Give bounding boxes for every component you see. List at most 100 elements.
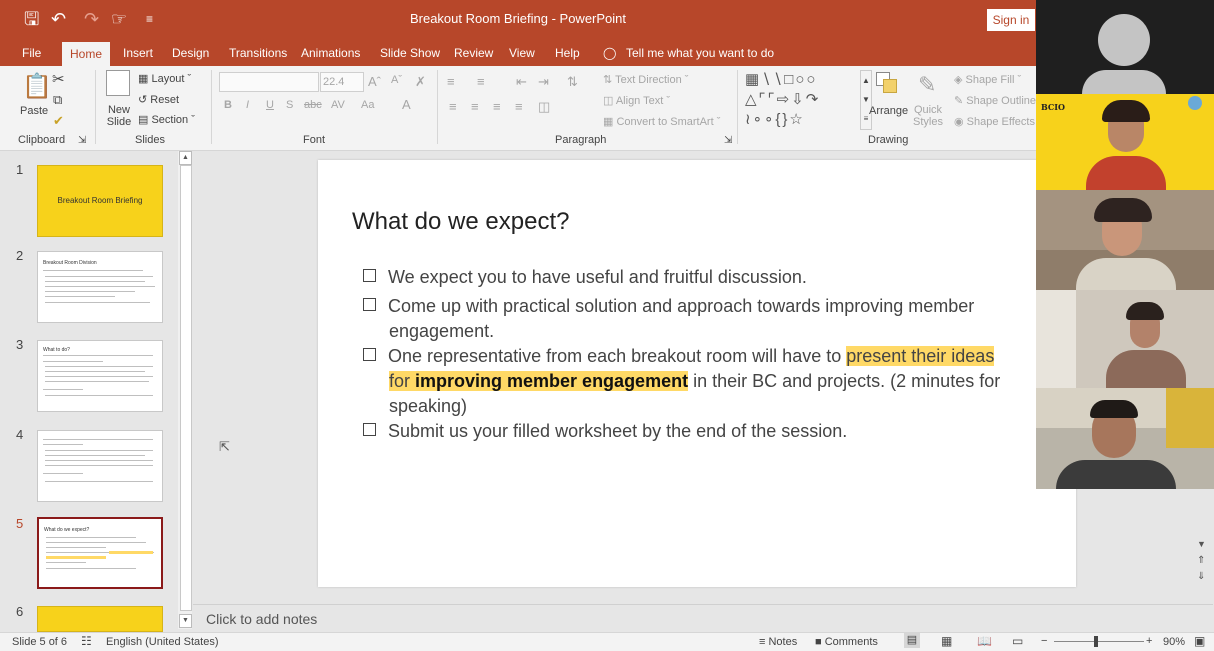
tab-home[interactable]: Home bbox=[62, 42, 111, 66]
bold-button[interactable]: B bbox=[224, 99, 232, 111]
thumbnail-scrollbar[interactable]: ▲ ▼ bbox=[178, 151, 192, 629]
slide-thumbnail-2[interactable]: Breakout Room Division bbox=[37, 251, 163, 323]
participant-tile-1[interactable] bbox=[1036, 0, 1214, 94]
slide-thumbnail-3[interactable]: What to do? bbox=[37, 340, 163, 412]
notes-button[interactable]: ≡ Notes bbox=[759, 636, 797, 648]
bullet-1[interactable]: We expect you to have useful and fruitfu… bbox=[363, 266, 807, 289]
bullet-3[interactable]: One representative from each breakout ro… bbox=[363, 345, 995, 368]
previous-slide-icon[interactable]: ⇑ bbox=[1197, 555, 1205, 566]
language-status[interactable]: English (United States) bbox=[106, 636, 219, 648]
shape-outline-button[interactable]: ✎ Shape Outline bbox=[954, 94, 1036, 107]
columns-icon[interactable]: ◫ bbox=[538, 99, 550, 115]
tell-me-search[interactable]: Tell me what you want to do bbox=[626, 40, 774, 66]
scroll-up-icon[interactable]: ▲ bbox=[179, 151, 192, 165]
change-case-button[interactable]: Aa bbox=[361, 99, 374, 111]
slide-thumbnail-4[interactable] bbox=[37, 430, 163, 502]
tab-file[interactable]: File bbox=[22, 40, 41, 66]
tab-insert[interactable]: Insert bbox=[123, 40, 153, 66]
zoom-slider-thumb[interactable] bbox=[1094, 636, 1098, 647]
zoom-level[interactable]: 90% bbox=[1163, 636, 1185, 648]
scroll-down-icon[interactable]: ▼ bbox=[179, 614, 192, 628]
shapes-gallery[interactable]: ▦∖∖□○○ △⌜⌜⇨⇩↷ ≀∘∘{}☆ bbox=[745, 70, 857, 130]
quick-styles-icon[interactable]: ✎ bbox=[918, 72, 936, 98]
reading-view-icon[interactable]: 📖 bbox=[977, 634, 992, 648]
slide-title[interactable]: What do we expect? bbox=[352, 208, 569, 236]
thumbnail-scroll-thumb[interactable] bbox=[180, 165, 192, 611]
tab-transitions[interactable]: Transitions bbox=[229, 40, 287, 66]
arrange-icon[interactable] bbox=[876, 72, 897, 93]
bullet-2[interactable]: Come up with practical solution and appr… bbox=[363, 295, 974, 318]
zoom-slider[interactable] bbox=[1054, 641, 1144, 642]
clear-formatting-icon[interactable]: ✗ bbox=[415, 74, 426, 90]
arrange-button[interactable]: Arrange bbox=[869, 105, 908, 117]
participant-tile-5[interactable] bbox=[1036, 388, 1214, 489]
participant-tile-2[interactable]: BCIO bbox=[1036, 94, 1214, 190]
fit-to-window-icon[interactable]: ▣ bbox=[1194, 634, 1205, 648]
justify-icon[interactable]: ≡ bbox=[515, 99, 523, 114]
bullet-4[interactable]: Submit us your filled worksheet by the e… bbox=[363, 420, 847, 443]
shape-fill-button[interactable]: ◈ Shape Fill ˇ bbox=[954, 73, 1021, 86]
strikethrough-button[interactable]: abc bbox=[304, 99, 322, 111]
font-color-button[interactable]: A bbox=[402, 97, 411, 112]
decrease-indent-icon[interactable]: ⇤ bbox=[516, 74, 527, 90]
align-left-icon[interactable]: ≡ bbox=[449, 99, 457, 114]
decrease-font-icon[interactable]: Aˇ bbox=[391, 74, 402, 86]
zoom-in-icon[interactable]: + bbox=[1146, 635, 1152, 647]
bullet-3-cont-2[interactable]: speaking) bbox=[389, 395, 467, 418]
section-button[interactable]: ▤ Section ˇ bbox=[138, 113, 195, 126]
align-right-icon[interactable]: ≡ bbox=[493, 99, 501, 114]
shape-effects-button[interactable]: ◉ Shape Effects bbox=[954, 115, 1035, 128]
paste-icon[interactable]: 📋 bbox=[22, 72, 52, 101]
font-size-dropdown[interactable]: 22.4 bbox=[320, 72, 364, 92]
current-slide[interactable]: What do we expect? We expect you to have… bbox=[318, 160, 1076, 587]
tab-review[interactable]: Review bbox=[454, 40, 493, 66]
slide-sorter-icon[interactable]: ▦ bbox=[941, 634, 952, 648]
new-slide-button[interactable]: New Slide bbox=[104, 104, 134, 128]
italic-button[interactable]: I bbox=[246, 99, 249, 111]
text-direction-button[interactable]: ⇅ Text Direction ˇ bbox=[603, 73, 688, 86]
shadow-button[interactable]: S bbox=[286, 99, 293, 111]
comments-button[interactable]: ■ Comments bbox=[815, 636, 878, 648]
increase-font-icon[interactable]: Aˆ bbox=[368, 74, 381, 89]
numbering-icon[interactable]: ≡ bbox=[477, 74, 485, 89]
shapes-gallery-scroll[interactable]: ▲ ▼ ≡ bbox=[860, 70, 872, 130]
tab-slide-show[interactable]: Slide Show bbox=[380, 40, 440, 66]
tab-animations[interactable]: Animations bbox=[301, 40, 360, 66]
tab-view[interactable]: View bbox=[509, 40, 535, 66]
new-slide-icon[interactable] bbox=[106, 70, 130, 96]
next-slide-icon[interactable]: ⇓ bbox=[1197, 571, 1205, 582]
copy-icon[interactable]: ⧉ bbox=[53, 92, 62, 108]
bullet-3-cont[interactable]: for improving member engagement in their… bbox=[389, 370, 1000, 393]
font-family-dropdown[interactable] bbox=[219, 72, 319, 92]
slideshow-view-icon[interactable]: ▭ bbox=[1012, 634, 1023, 648]
participant-tile-3[interactable] bbox=[1036, 190, 1214, 290]
underline-button[interactable]: U bbox=[266, 99, 274, 111]
tab-help[interactable]: Help bbox=[555, 40, 580, 66]
normal-view-icon[interactable]: ▤ bbox=[904, 633, 920, 648]
align-text-button[interactable]: ◫ Align Text ˇ bbox=[603, 94, 670, 107]
zoom-out-icon[interactable]: − bbox=[1041, 635, 1047, 647]
participant-tile-4[interactable] bbox=[1036, 290, 1214, 388]
layout-button[interactable]: ▦ Layout ˇ bbox=[138, 72, 191, 85]
sign-in-button[interactable]: Sign in bbox=[987, 9, 1035, 31]
cut-icon[interactable]: ✂ bbox=[52, 70, 65, 88]
reset-button[interactable]: ↺ Reset bbox=[138, 93, 179, 106]
line-spacing-icon[interactable]: ⇅ bbox=[567, 74, 578, 90]
scroll-down-icon[interactable]: ▼ bbox=[1197, 539, 1206, 549]
align-center-icon[interactable]: ≡ bbox=[471, 99, 479, 114]
paste-button[interactable]: Paste bbox=[20, 105, 48, 117]
slide-thumbnail-5[interactable]: What do we expect? bbox=[37, 517, 163, 589]
slide-thumbnail-6[interactable] bbox=[37, 606, 163, 632]
paragraph-launcher-icon[interactable]: ⇲ bbox=[724, 135, 732, 146]
clipboard-launcher-icon[interactable]: ⇲ bbox=[78, 135, 86, 146]
character-spacing-icon[interactable]: AV bbox=[331, 99, 345, 111]
convert-smartart-button[interactable]: ▦ Convert to SmartArt ˇ bbox=[603, 115, 720, 128]
tab-design[interactable]: Design bbox=[172, 40, 209, 66]
increase-indent-icon[interactable]: ⇥ bbox=[538, 74, 549, 90]
accessibility-icon[interactable]: ☷ bbox=[81, 634, 92, 648]
bullets-icon[interactable]: ≡ bbox=[447, 74, 455, 89]
slide-thumbnail-1[interactable]: Breakout Room Briefing bbox=[37, 165, 163, 237]
format-painter-icon[interactable]: ✔ bbox=[53, 113, 64, 129]
notes-pane[interactable]: Click to add notes bbox=[193, 604, 1213, 633]
bullet-2-cont[interactable]: engagement. bbox=[389, 320, 494, 343]
